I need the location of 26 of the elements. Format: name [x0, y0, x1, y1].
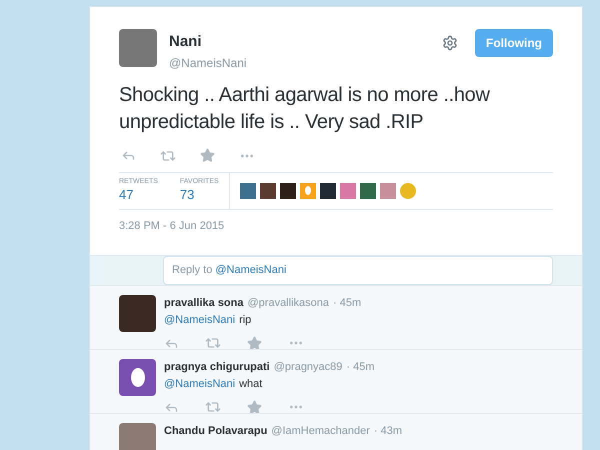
following-button[interactable]: Following — [475, 29, 553, 57]
tweet-timestamp: 3:28 PM - 6 Jun 2015 — [119, 218, 226, 234]
star-icon[interactable] — [247, 336, 262, 350]
mention-link[interactable]: @NameisNani — [164, 376, 236, 392]
mention-link[interactable]: @NameisNani — [164, 312, 236, 328]
reply-input-field[interactable]: Reply to @NameisNani — [163, 256, 553, 285]
reply-handle[interactable]: @pragnyac89 — [274, 359, 342, 376]
reply-handle[interactable]: @IamHemachander — [271, 423, 370, 440]
photo-placeholder — [119, 29, 157, 67]
reply-text: rip — [239, 312, 252, 328]
settings-icon[interactable] — [442, 35, 458, 51]
user-name[interactable]: Nani — [169, 31, 247, 54]
stat-count[interactable]: 47 — [119, 187, 158, 203]
reply-handle[interactable]: @pravallikasona — [248, 295, 329, 312]
reply-time[interactable]: · 45m — [333, 295, 362, 312]
stat-count[interactable]: 73 — [180, 187, 219, 203]
tweet-text: Shocking .. Aarthi agarwal is no more ..how unpredictable life is .. Very sad .RIP — [119, 82, 491, 134]
star-icon[interactable] — [200, 148, 215, 163]
reply-author[interactable]: pragnya chigurupati — [164, 359, 270, 376]
reply-text: what — [239, 376, 262, 392]
reply-author[interactable]: Chandu Polavarapu — [164, 423, 268, 440]
reply-time[interactable]: · 43m — [374, 423, 402, 440]
reply-author[interactable]: pravallika sona — [164, 295, 244, 312]
star-icon[interactable] — [247, 400, 262, 414]
user-handle[interactable]: @NameisNani — [169, 54, 247, 72]
reply-time[interactable]: · 45m — [346, 359, 375, 376]
